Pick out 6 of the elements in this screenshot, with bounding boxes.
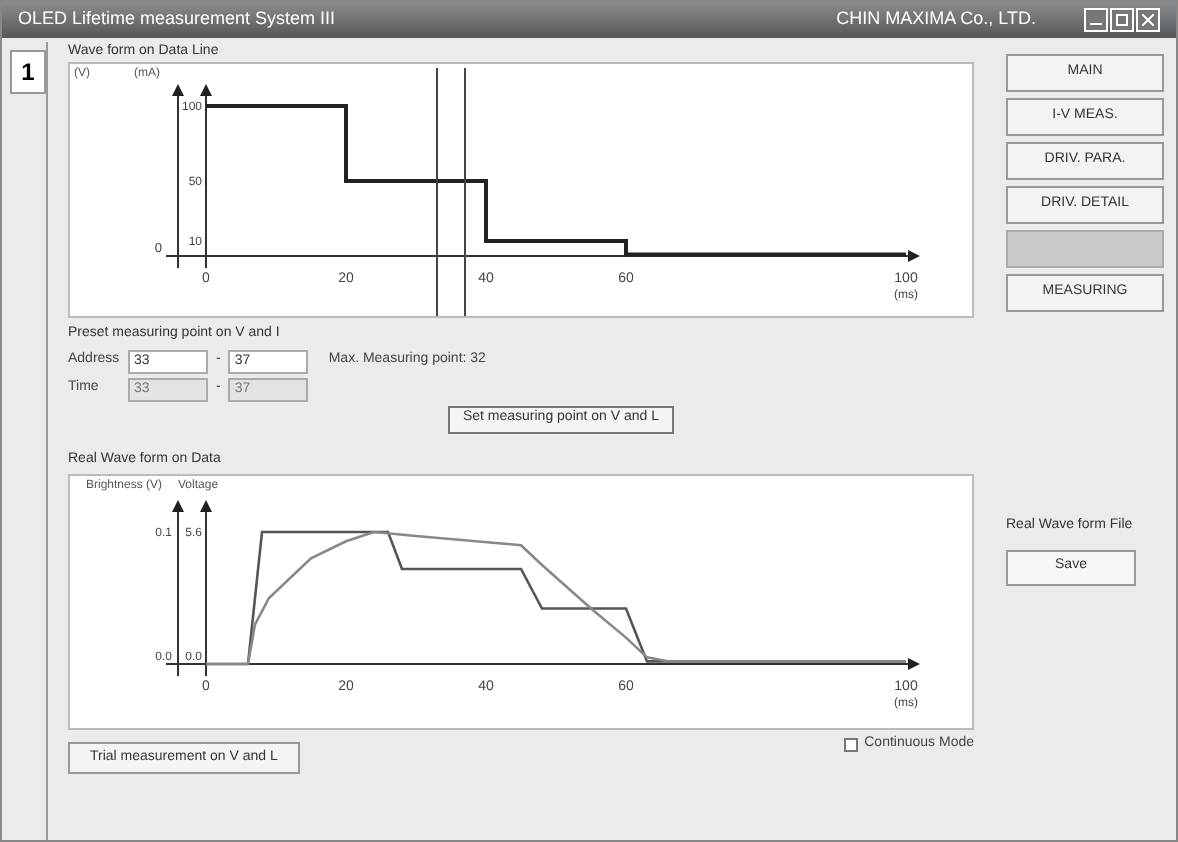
maximize-icon[interactable] — [1110, 8, 1134, 32]
minimize-icon[interactable] — [1084, 8, 1108, 32]
tab[interactable]: 1 — [10, 50, 46, 94]
company-name: CHIN MAXIMA Co., LTD. — [836, 6, 1036, 33]
close-icon[interactable] — [1136, 8, 1160, 32]
window-title: OLED Lifetime measurement System III — [18, 6, 336, 33]
